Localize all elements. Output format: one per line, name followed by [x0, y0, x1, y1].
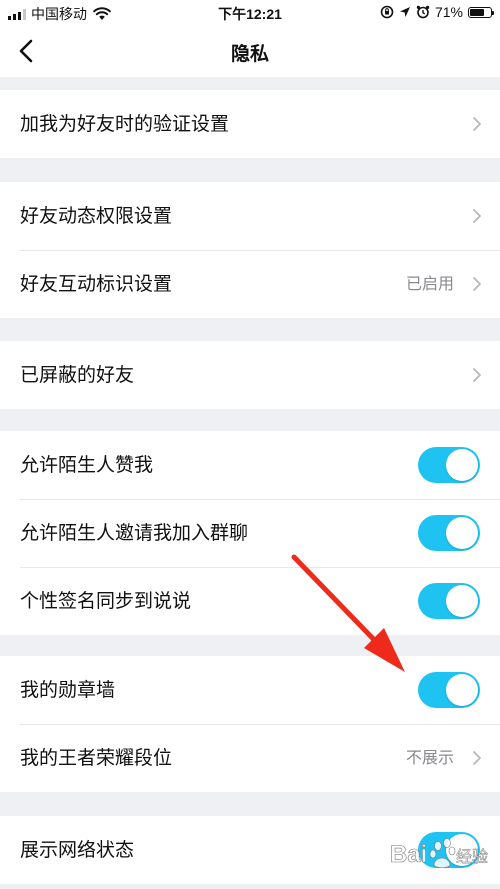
- settings-row-label: 加我为好友时的验证设置: [20, 113, 230, 135]
- chevron-right-icon: [473, 209, 481, 223]
- alarm-icon: [416, 5, 430, 19]
- settings-group: 我的勋章墙我的王者荣耀段位 不展示: [0, 656, 500, 792]
- settings-row-value: 已启用: [405, 274, 454, 293]
- chevron-right-icon: [473, 751, 481, 765]
- settings-row[interactable]: 已屏蔽的好友: [0, 341, 500, 409]
- settings-group: 加我为好友时的验证设置: [0, 90, 500, 158]
- settings-row[interactable]: 个性签名同步到说说: [0, 567, 500, 635]
- settings-row[interactable]: 展示网络状态: [0, 816, 500, 884]
- toggle-switch[interactable]: [418, 447, 480, 483]
- toggle-knob: [446, 585, 478, 617]
- toggle-knob: [446, 834, 478, 866]
- toggle-switch[interactable]: [418, 832, 480, 868]
- settings-row-label: 个性签名同步到说说: [20, 590, 192, 612]
- settings-row[interactable]: 好友动态权限设置: [0, 182, 500, 250]
- settings-row-label: 已屏蔽的好友: [20, 364, 135, 386]
- settings-row-value: 不展示: [405, 748, 454, 767]
- battery-percent: 71%: [434, 4, 463, 20]
- toggle-switch[interactable]: [418, 583, 480, 619]
- settings-row-label: 我的勋章墙: [20, 679, 116, 701]
- settings-row[interactable]: 允许陌生人赞我: [0, 431, 500, 499]
- settings-row-label: 展示网络状态: [20, 839, 135, 861]
- settings-row[interactable]: 加我为好友时的验证设置: [0, 90, 500, 158]
- settings-row-label: 我的王者荣耀段位: [20, 747, 173, 769]
- settings-row[interactable]: 允许陌生人邀请我加入群聊: [0, 499, 500, 567]
- location-icon: [399, 7, 410, 17]
- settings-group: 已屏蔽的好友: [0, 341, 500, 409]
- battery-icon: [468, 6, 494, 18]
- chevron-right-icon: [473, 117, 481, 131]
- toggle-knob: [446, 674, 478, 706]
- settings-group: 好友动态权限设置 好友互动标识设置 已启用: [0, 182, 500, 318]
- settings-row-label: 允许陌生人邀请我加入群聊: [20, 522, 249, 544]
- settings-row[interactable]: 我的勋章墙: [0, 656, 500, 724]
- settings-row[interactable]: 我的王者荣耀段位 不展示: [0, 724, 500, 792]
- toggle-switch[interactable]: [418, 672, 480, 708]
- toggle-knob: [446, 517, 478, 549]
- chevron-right-icon: [473, 368, 481, 382]
- chevron-right-icon: [473, 277, 481, 291]
- settings-row-label: 好友互动标识设置: [20, 273, 173, 295]
- status-bar: 中国移动 下午12:21 71%: [0, 0, 500, 26]
- settings-group: 允许陌生人赞我允许陌生人邀请我加入群聊 个性签名同步到说说: [0, 431, 500, 635]
- nav-bar: 隐私: [0, 26, 500, 77]
- toggle-switch[interactable]: [418, 515, 480, 551]
- toggle-knob: [446, 449, 478, 481]
- settings-row-label: 好友动态权限设置: [20, 205, 173, 227]
- settings-group: 展示网络状态: [0, 816, 500, 884]
- rotation-lock-icon: [380, 5, 394, 19]
- settings-row-label: 允许陌生人赞我: [20, 454, 154, 476]
- page-title: 隐私: [230, 43, 269, 65]
- settings-row[interactable]: 好友互动标识设置 已启用: [0, 250, 500, 318]
